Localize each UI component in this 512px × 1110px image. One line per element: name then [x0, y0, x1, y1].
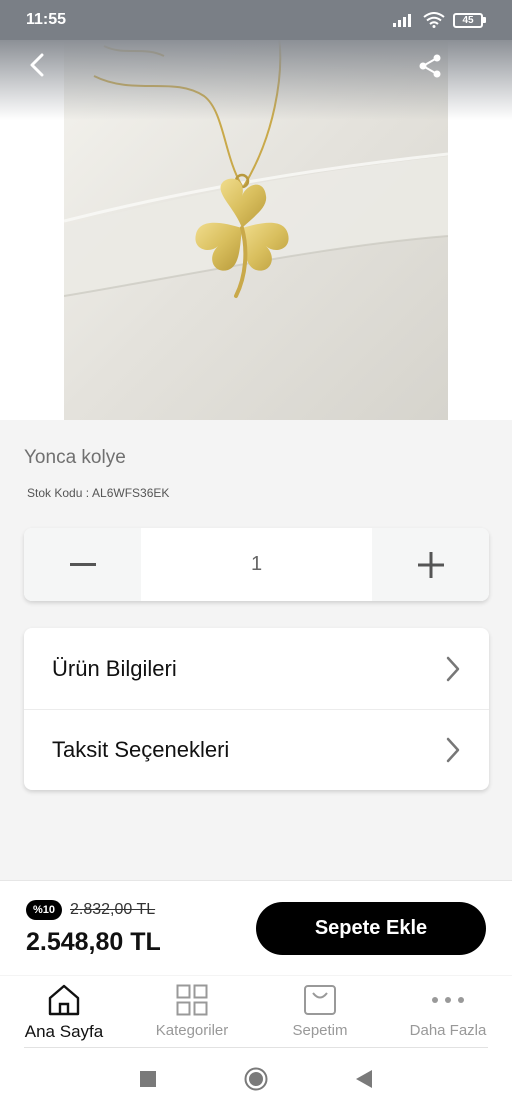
product-title: Yonca kolye	[24, 447, 126, 468]
status-icons: 45	[393, 12, 486, 28]
stock-code-label: Stok Kodu :	[27, 486, 90, 500]
stock-code-value: AL6WFS36EK	[92, 486, 170, 500]
installment-options-label: Taksit Seçenekleri	[52, 737, 230, 762]
nav-label-home: Ana Sayfa	[24, 1022, 104, 1041]
chevron-left-icon	[30, 53, 44, 77]
product-info-row[interactable]: Ürün Bilgileri	[24, 628, 489, 709]
increase-quantity-button[interactable]	[372, 528, 489, 601]
recent-apps-icon	[140, 1071, 156, 1087]
nav-item-more[interactable]: Daha Fazla	[384, 976, 512, 1048]
nav-item-cart[interactable]: Sepetim	[256, 976, 384, 1048]
nav-item-home[interactable]: Ana Sayfa	[0, 976, 128, 1048]
old-price: 2.832,00 TL	[70, 901, 156, 918]
nav-label-categories: Kategoriler	[155, 1022, 229, 1039]
share-icon	[419, 54, 441, 78]
stock-code: Stok Kodu : AL6WFS36EK	[24, 486, 169, 500]
nav-label-more: Daha Fazla	[409, 1022, 487, 1039]
recent-apps-button[interactable]	[140, 1071, 156, 1087]
back-button[interactable]	[22, 50, 52, 80]
battery-level: 45	[453, 12, 483, 28]
nav-label-cart: Sepetim	[292, 1022, 348, 1039]
chevron-right-icon	[446, 656, 460, 681]
new-price: 2.548,80 TL	[26, 928, 161, 956]
product-info-label: Ürün Bilgileri	[52, 655, 177, 681]
quantity-stepper: 1	[24, 528, 489, 601]
minus-icon	[69, 562, 96, 566]
shopping-bag-icon	[304, 985, 336, 1015]
home-icon	[48, 984, 80, 1016]
nav-item-categories[interactable]: Kategoriler	[128, 976, 256, 1048]
system-back-button[interactable]	[356, 1070, 372, 1088]
product-info-card: Ürün Bilgileri Taksit Seçenekleri	[24, 628, 489, 790]
price-bar: %10 2.832,00 TL 2.548,80 TL Sepete Ekle	[0, 880, 512, 975]
installment-options-row[interactable]: Taksit Seçenekleri	[24, 709, 489, 790]
status-bar: 11:55 45	[0, 0, 512, 40]
decrease-quantity-button[interactable]	[24, 528, 141, 601]
chevron-right-icon	[446, 737, 460, 763]
battery-icon: 45	[453, 12, 486, 28]
discount-badge: %10	[26, 900, 62, 920]
wifi-icon	[423, 12, 445, 28]
quantity-value[interactable]: 1	[141, 528, 372, 601]
add-to-cart-button[interactable]: Sepete Ekle	[256, 902, 486, 955]
grid-icon	[176, 984, 208, 1016]
signal-icon	[393, 14, 411, 27]
share-button[interactable]	[414, 50, 446, 82]
more-dots-icon	[432, 997, 464, 1003]
plus-icon	[417, 551, 444, 578]
status-time: 11:55	[26, 11, 67, 28]
back-triangle-icon	[356, 1070, 372, 1088]
system-navigation-bar	[0, 1048, 512, 1110]
bottom-nav: Ana Sayfa Kategoriler Sepetim Daha Fazla	[0, 976, 512, 1048]
home-circle-icon	[244, 1067, 268, 1091]
system-home-button[interactable]	[244, 1067, 268, 1091]
